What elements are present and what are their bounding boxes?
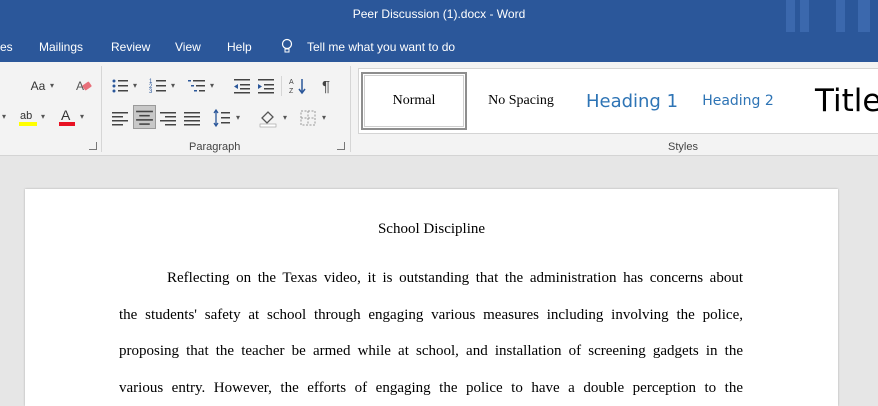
paragraph-group-label: Paragraph [189, 141, 241, 153]
paragraph-line: proposing that the teacher be armed whil… [119, 343, 743, 359]
justify-icon[interactable] [182, 108, 202, 128]
chevron-down-icon[interactable]: ▾ [236, 113, 240, 122]
title-bar-decoration [800, 0, 809, 32]
shading-icon[interactable] [258, 108, 278, 128]
title-bar-decoration [786, 0, 795, 32]
sort-icon[interactable]: A Z [288, 76, 308, 96]
borders-icon[interactable] [298, 108, 318, 128]
document-title: School Discipline [377, 221, 486, 237]
ribbon: Aa ▾ A ▾ ab ▾ A ▾ ▾ 1 2 3 ▾ ▾ A Z ¶ ▾ ▾ … [0, 62, 878, 156]
chevron-down-icon[interactable]: ▾ [210, 81, 214, 90]
lightbulb-icon[interactable] [280, 38, 294, 54]
numbering-icon[interactable]: 1 2 3 [148, 76, 168, 96]
align-right-icon[interactable] [158, 108, 178, 128]
group-separator [101, 66, 102, 152]
font-dialog-launcher[interactable] [89, 142, 97, 150]
chevron-down-icon[interactable]: ▾ [2, 112, 6, 121]
increase-indent-icon[interactable] [256, 76, 276, 96]
style-normal[interactable]: Normal [361, 72, 467, 130]
chevron-down-icon[interactable]: ▾ [50, 81, 54, 90]
font-color-icon[interactable]: A [58, 106, 76, 128]
document-paragraph: proposing that the teacher be armed whil… [119, 342, 743, 360]
decrease-indent-icon[interactable] [232, 76, 252, 96]
clear-formatting-icon[interactable]: A [74, 76, 94, 96]
tab-view[interactable]: View [175, 40, 201, 54]
svg-text:Z: Z [289, 88, 294, 95]
change-case-button[interactable]: Aa [27, 76, 49, 96]
svg-text:A: A [61, 107, 71, 123]
center-align-icon[interactable] [133, 105, 156, 129]
document-page[interactable]: School Discipline Reflecting on the Texa… [25, 189, 838, 406]
styles-group-label: Styles [668, 141, 698, 153]
paragraph-dialog-launcher[interactable] [337, 142, 345, 150]
ribbon-tabs: es Mailings Review View Help Tell me wha… [0, 32, 878, 62]
button-separator [281, 76, 282, 96]
document-paragraph: Reflecting on the Texas video, it is out… [119, 269, 743, 287]
paragraph-line: various entry. However, the efforts of e… [119, 380, 743, 396]
document-paragraph: various entry. However, the efforts of e… [119, 379, 743, 397]
style-title[interactable]: Title [799, 69, 878, 133]
title-bar: Peer Discussion (1).docx - Word [0, 0, 878, 32]
tell-me-search[interactable]: Tell me what you want to do [307, 40, 455, 54]
style-heading-2[interactable]: Heading 2 [691, 69, 785, 133]
chevron-down-icon[interactable]: ▾ [171, 81, 175, 90]
title-bar-decoration [858, 0, 870, 32]
style-no-spacing[interactable]: No Spacing [471, 69, 571, 133]
tab-help[interactable]: Help [227, 40, 252, 54]
tab-review[interactable]: Review [111, 40, 150, 54]
document-paragraph: the students' safety at school through e… [119, 306, 743, 324]
paragraph-line: the students' safety at school through e… [119, 307, 743, 323]
svg-text:A: A [289, 79, 294, 86]
tab-references[interactable]: es [0, 40, 13, 54]
title-bar-decoration [836, 0, 845, 32]
bullets-icon[interactable] [110, 76, 130, 96]
chevron-down-icon[interactable]: ▾ [283, 113, 287, 122]
group-separator [350, 66, 351, 152]
text-highlight-icon[interactable]: ab [18, 106, 38, 128]
line-spacing-icon[interactable] [212, 108, 232, 128]
styles-gallery: Normal No Spacing Heading 1 Heading 2 Ti… [358, 68, 878, 134]
svg-text:3: 3 [149, 89, 153, 95]
chevron-down-icon[interactable]: ▾ [80, 112, 84, 121]
svg-text:ab: ab [20, 110, 32, 122]
align-left-icon[interactable] [110, 108, 130, 128]
chevron-down-icon[interactable]: ▾ [133, 81, 137, 90]
tab-mailings[interactable]: Mailings [39, 40, 83, 54]
window-title: Peer Discussion (1).docx - Word [352, 7, 526, 21]
paragraph-line: Reflecting on the Texas video, it is out… [167, 270, 743, 286]
multilevel-list-icon[interactable] [186, 76, 208, 96]
chevron-down-icon[interactable]: ▾ [322, 113, 326, 122]
style-heading-1[interactable]: Heading 1 [577, 69, 687, 133]
show-formatting-marks-icon[interactable]: ¶ [316, 76, 336, 96]
chevron-down-icon[interactable]: ▾ [41, 112, 45, 121]
